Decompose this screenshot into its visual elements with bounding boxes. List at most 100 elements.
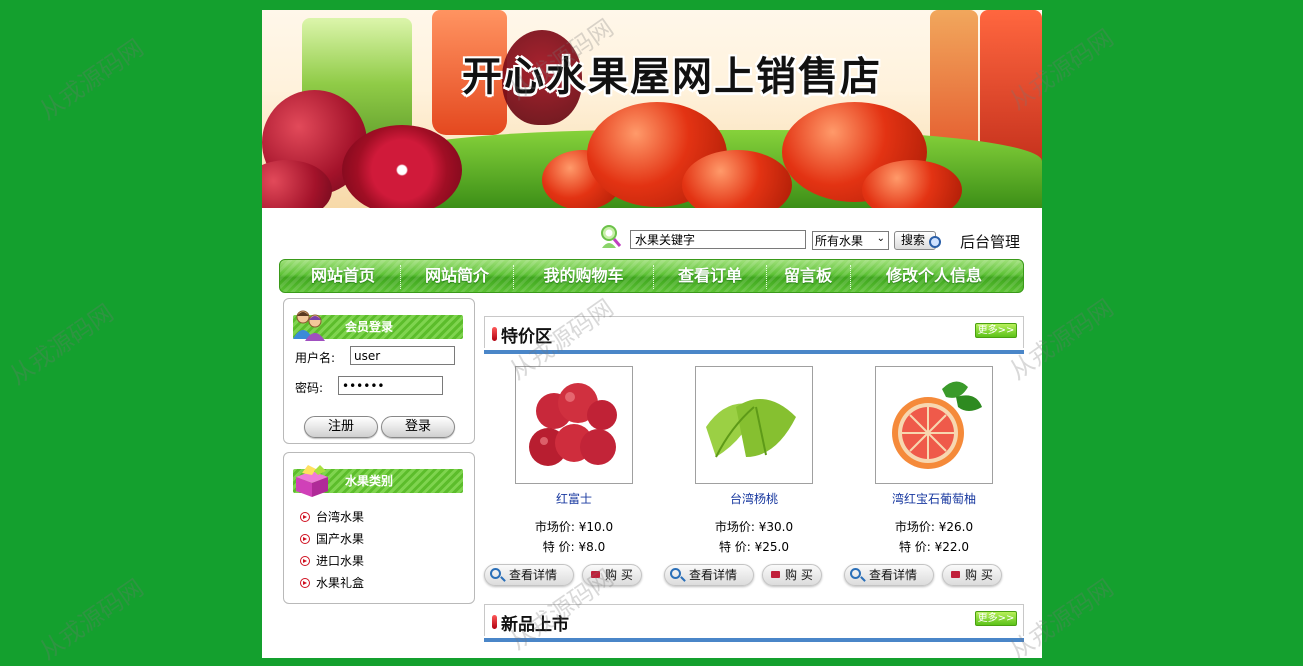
nav-divider [653,265,654,289]
view-detail-label: 查看详情 [869,568,918,582]
watermark: 从戎源码网 [34,573,149,666]
chevron-down-icon: ⌄ [876,233,885,244]
view-detail-label: 查看详情 [509,568,558,582]
category-select[interactable]: 所有水果 ⌄ [812,231,889,250]
section-marker-icon [492,615,497,629]
category-taiwan[interactable]: 台湾水果 [300,508,364,526]
nav-profile[interactable]: 修改个人信息 [852,260,1016,292]
category-imported[interactable]: 进口水果 [300,552,364,570]
search-button[interactable]: 搜索 [894,231,941,250]
product-name[interactable]: 台湾杨桃 [664,490,844,507]
buy-button[interactable]: 购 买 [942,564,1002,586]
market-price-row: 市场价: ¥30.0 [664,518,844,535]
members-icon [293,310,325,341]
view-detail-label: 查看详情 [689,568,738,582]
buy-button[interactable]: 购 买 [762,564,822,586]
product-image-grapefruit[interactable] [875,366,993,484]
new-arrivals-more-button[interactable]: 更多>> [975,611,1017,626]
new-arrivals-header: 新品上市 更多>> [484,604,1024,642]
market-price-label: 市场价: [534,520,575,534]
nav-divider [400,265,401,289]
login-panel-title: 会员登录 [345,320,394,334]
username-field[interactable] [350,346,455,365]
new-arrivals-title: 新品上市 [501,615,569,635]
admin-link[interactable]: 后台管理 [960,231,1020,252]
special-price-label: 特 价: [898,540,931,554]
buy-label: 购 买 [605,568,633,582]
category-label: 台湾水果 [316,510,365,524]
market-price-row: 市场价: ¥26.0 [844,518,1024,535]
main-nav: 网站首页 网站简介 我的购物车 查看订单 留言板 修改个人信息 [279,259,1024,293]
special-price-value: ¥8.0 [578,540,606,554]
market-price-value: ¥30.0 [758,520,794,534]
product-name[interactable]: 红富士 [484,490,664,507]
arrow-circle-icon [300,512,310,522]
search-icon [929,236,941,248]
section-divider [484,350,1024,354]
gift-box-icon [296,465,328,497]
category-label: 国产水果 [316,532,365,546]
magnifier-icon [850,568,861,579]
search-person-icon [601,225,622,248]
password-field[interactable] [338,376,443,395]
login-button[interactable]: 登录 [381,416,455,438]
product-card: 湾红宝石葡萄柚 市场价: ¥26.0 特 价: ¥22.0 查看详情 购 买 [844,366,1024,586]
specials-header: 特价区 更多>> [484,316,1024,354]
category-select-value: 所有水果 [815,234,864,248]
special-price-row: 特 价: ¥25.0 [664,538,844,555]
buy-button[interactable]: 购 买 [582,564,642,586]
banner-pomegranate-half [342,125,462,208]
nav-divider [766,265,767,289]
view-detail-button[interactable]: 查看详情 [484,564,574,586]
cart-icon [771,571,780,578]
special-price-row: 特 价: ¥22.0 [844,538,1024,555]
nav-orders[interactable]: 查看订单 [656,260,764,292]
grapefruit-image [892,381,982,469]
product-card: 台湾杨桃 市场价: ¥30.0 特 价: ¥25.0 查看详情 购 买 [664,366,844,586]
category-domestic[interactable]: 国产水果 [300,530,364,548]
arrow-circle-icon [300,578,310,588]
cart-icon [591,571,600,578]
watermark: 从戎源码网 [34,33,149,126]
search-input[interactable] [630,230,806,249]
category-panel-title: 水果类别 [345,474,394,488]
buy-label: 购 买 [785,568,813,582]
product-image-starfruit[interactable] [695,366,813,484]
nav-divider [850,265,851,289]
cart-icon [951,571,960,578]
nav-cart[interactable]: 我的购物车 [516,260,651,292]
nav-home[interactable]: 网站首页 [288,260,398,292]
watermark: 从戎源码网 [4,298,119,391]
specials-title: 特价区 [501,327,552,347]
magnifier-icon [490,568,501,579]
category-giftbox[interactable]: 水果礼盒 [300,574,364,592]
product-card: 红富士 市场价: ¥10.0 特 价: ¥8.0 查看详情 购 买 [484,366,664,586]
market-price-value: ¥26.0 [938,520,974,534]
register-button[interactable]: 注册 [304,416,378,438]
market-price-label: 市场价: [894,520,935,534]
search-button-label: 搜索 [901,233,926,247]
product-image-apple[interactable] [515,366,633,484]
nav-divider [513,265,514,289]
banner: 开心水果屋网上销售店 [262,10,1042,208]
market-price-label: 市场价: [714,520,755,534]
specials-more-button[interactable]: 更多>> [975,323,1017,338]
nav-about[interactable]: 网站简介 [402,260,512,292]
category-panel: 水果类别 台湾水果 国产水果 进口水果 水果礼盒 [283,452,475,604]
view-detail-button[interactable]: 查看详情 [664,564,754,586]
special-price-value: ¥22.0 [934,540,970,554]
section-marker-icon [492,327,497,341]
username-label: 用户名: [295,351,336,365]
special-price-value: ¥25.0 [754,540,790,554]
login-panel: 会员登录 用户名: 密码: 注册 登录 [283,298,475,444]
view-detail-button[interactable]: 查看详情 [844,564,934,586]
password-label: 密码: [295,381,324,395]
arrow-circle-icon [300,556,310,566]
category-label: 水果礼盒 [316,576,365,590]
special-price-label: 特 价: [718,540,751,554]
nav-guestbook[interactable]: 留言板 [768,260,848,292]
page-container: 开心水果屋网上销售店 所有水果 ⌄ 搜索 后台管理 网站首页 网站简介 我的购物… [262,10,1042,658]
arrow-circle-icon [300,534,310,544]
product-name[interactable]: 湾红宝石葡萄柚 [844,490,1024,507]
special-price-label: 特 价: [542,540,575,554]
